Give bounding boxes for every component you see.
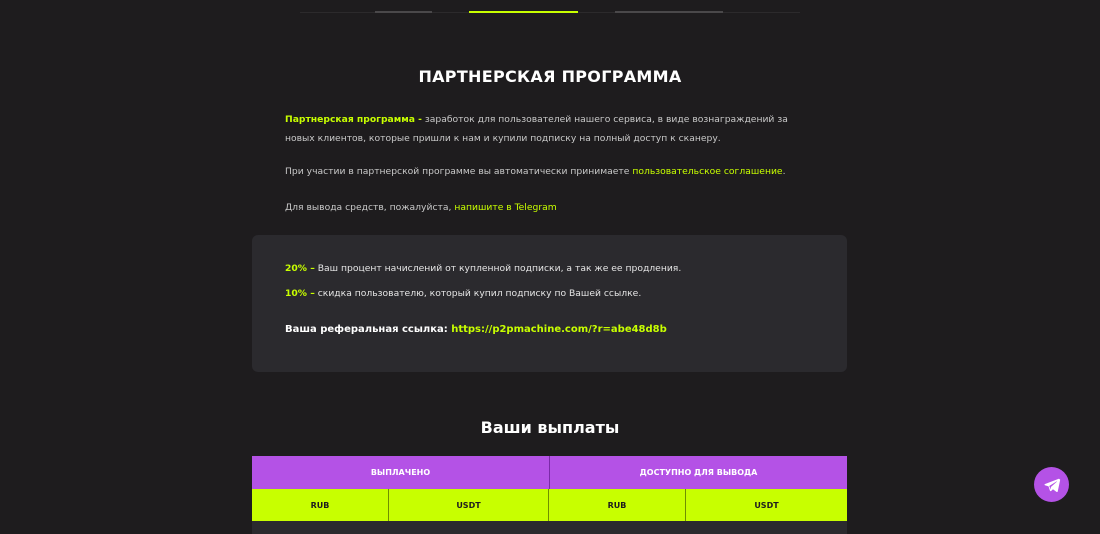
subheader-available-rub: RUB [549,489,686,521]
payouts-table: Выплачено Доступно для вывода RUB USDT R… [252,456,847,534]
withdraw-text: Для вывода средств, пожалуйста, [285,202,455,213]
commission-line: 20% – Ваш процент начислений от купленно… [285,263,681,274]
payouts-subheader-row: RUB USDT RUB USDT [252,489,847,521]
intro-paragraph: Партнерская программа - заработок для по… [285,110,815,148]
agreement-end: . [782,166,786,177]
nav-tab-1[interactable] [375,0,432,14]
commission-text: Ваш процент начислений от купленной подп… [314,263,682,274]
nav-tab-label [469,0,578,8]
nav-tab-underline [615,11,723,13]
header-available: Доступно для вывода [639,468,758,477]
nav-tab-underline-active [469,11,578,13]
agreement-text: При участии в партнерской программе вы а… [285,166,633,177]
referral-link-line: Ваша реферальная ссылка: https://p2pmach… [285,324,667,335]
subheader-available-usdt: USDT [754,500,779,510]
nav-tab-underline [375,11,432,13]
telegram-button[interactable] [1034,467,1069,502]
telegram-link[interactable]: напишите в Telegram [454,202,556,213]
commission-percent: 20% – [285,263,315,274]
referral-card: 20% – Ваш процент начислений от купленно… [252,235,847,372]
subheader-paid-rub: RUB [252,489,389,521]
agreement-paragraph: При участии в партнерской программе вы а… [285,166,786,177]
nav-tab-label [615,0,723,8]
referral-link[interactable]: https://p2pmachine.com/?r=abe48d8b [451,324,667,335]
nav-tab-label [375,0,432,8]
referral-link-label: Ваша реферальная ссылка: [285,324,452,335]
top-nav [300,0,800,14]
payouts-title: Ваши выплаты [480,418,620,437]
payouts-header-row: Выплачено Доступно для вывода [252,456,847,489]
nav-tab-3[interactable] [615,0,723,14]
page-title: ПАРТНЕРСКАЯ ПРОГРАММА [418,67,682,86]
discount-text: скидка пользователю, который купил подпи… [314,288,642,299]
table-row [252,521,847,534]
intro-highlight: Партнерская программа - [285,114,422,125]
agreement-link[interactable]: пользовательское соглашение [632,166,782,177]
subheader-paid-usdt: USDT [389,489,549,521]
telegram-icon [1044,478,1060,492]
nav-tab-partner[interactable] [469,0,578,14]
discount-line: 10% – скидка пользователю, который купил… [285,288,641,299]
withdraw-paragraph: Для вывода средств, пожалуйста, напишите… [285,202,557,213]
discount-percent: 10% – [285,288,315,299]
header-paid: Выплачено [252,456,550,489]
